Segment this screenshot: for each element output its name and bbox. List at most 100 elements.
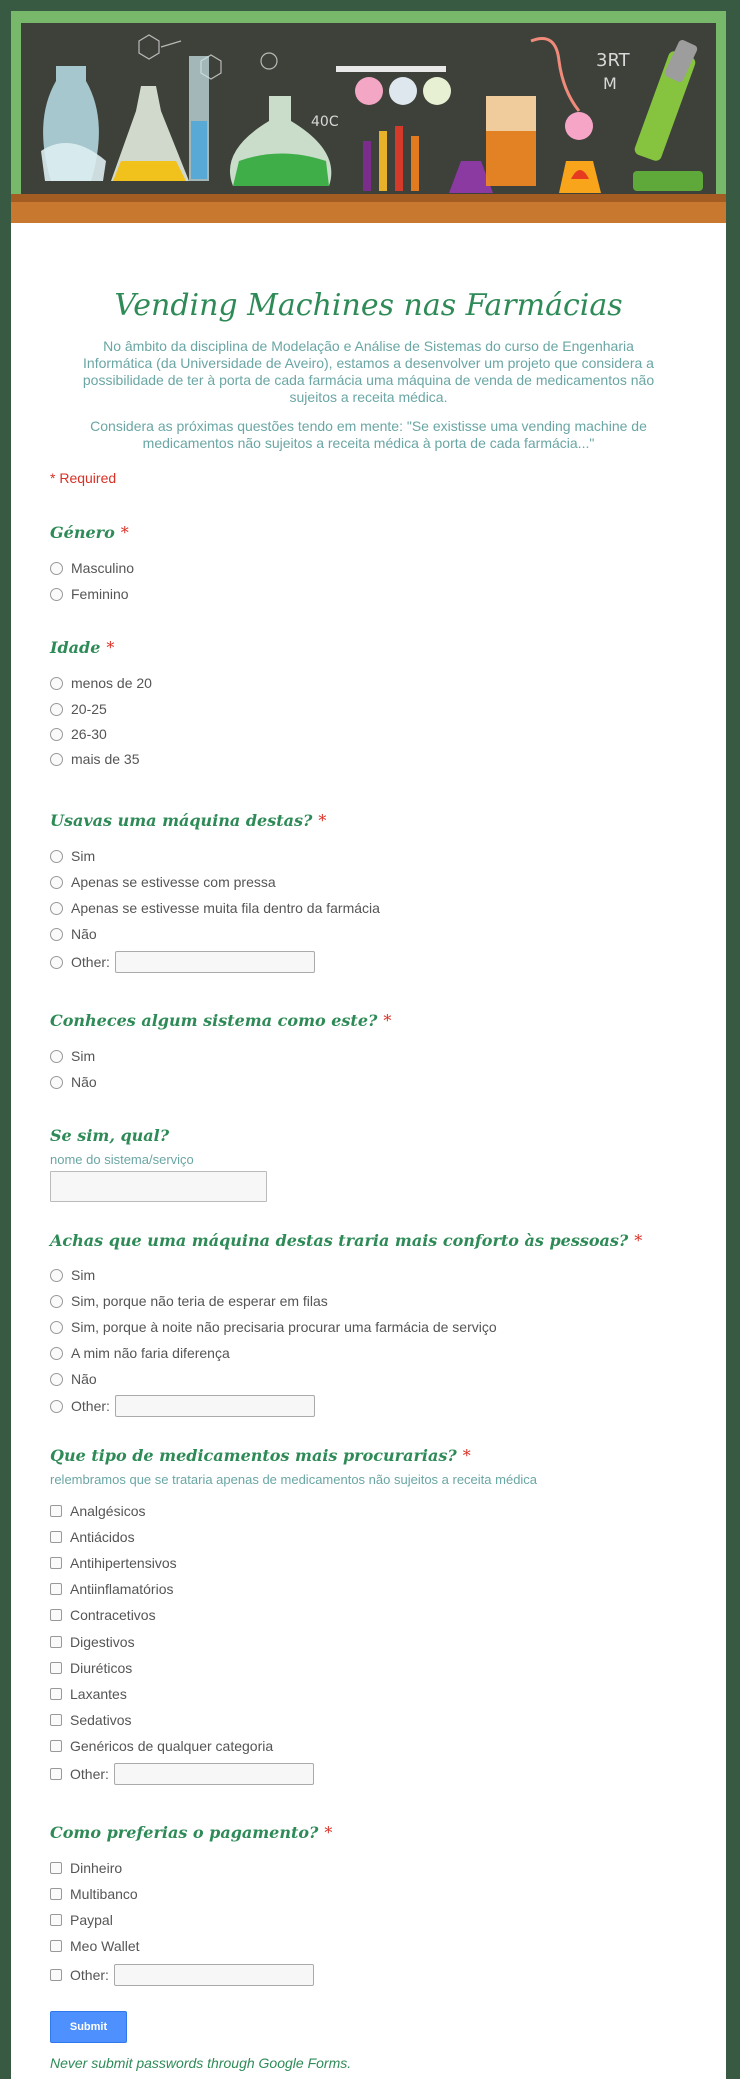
radio-circle-icon[interactable]	[50, 1268, 63, 1282]
radio-option[interactable]: Sim	[50, 846, 95, 866]
radio-circle-icon[interactable]	[50, 676, 63, 690]
option-label: Contracetivos	[70, 1607, 156, 1623]
radio-option[interactable]: Apenas se estivesse muita fila dentro da…	[50, 898, 380, 918]
checkbox-option[interactable]: Dinheiro	[50, 1858, 122, 1878]
checkbox-option[interactable]: Antihipertensivos	[50, 1553, 177, 1573]
submit-button[interactable]: Submit	[50, 2011, 127, 2043]
checkbox-icon[interactable]	[50, 1740, 62, 1752]
radio-option[interactable]: Apenas se estivesse com pressa	[50, 872, 276, 892]
other-text-input[interactable]	[114, 1395, 315, 1417]
radio-option[interactable]: Feminino	[50, 584, 129, 604]
required-note: * Required	[50, 470, 117, 486]
radio-circle-icon[interactable]	[50, 849, 63, 863]
radio-option[interactable]: Não	[50, 924, 97, 944]
checkbox-icon[interactable]	[50, 1688, 62, 1700]
chalk-text-2: 3RT	[596, 50, 631, 71]
question-title: Que tipo de medicamentos mais procuraria…	[50, 1446, 457, 1465]
checkbox-option-other[interactable]: Other:	[50, 1964, 314, 1986]
checkbox-option-other[interactable]: Other:	[50, 1763, 314, 1785]
radio-option[interactable]: mais de 35	[50, 749, 139, 769]
option-label: Antiinflamatórios	[70, 1581, 174, 1597]
radio-circle-icon[interactable]	[50, 875, 63, 889]
question-genero: Género *	[50, 523, 687, 543]
checkbox-icon[interactable]	[50, 1636, 62, 1648]
checkbox-icon[interactable]	[50, 1505, 62, 1517]
checkbox-option[interactable]: Multibanco	[50, 1884, 138, 1904]
form-description: No âmbito da disciplina de Modelação e A…	[82, 338, 655, 405]
checkbox-icon[interactable]	[50, 1940, 62, 1952]
radio-circle-icon[interactable]	[50, 1320, 63, 1334]
checkbox-icon[interactable]	[50, 1969, 62, 1981]
radio-circle-icon[interactable]	[50, 1346, 63, 1360]
checkbox-icon[interactable]	[50, 1557, 62, 1569]
other-text-input[interactable]	[114, 951, 315, 973]
option-label: Other:	[71, 954, 110, 970]
required-asterisk: *	[324, 1823, 333, 1842]
radio-option[interactable]: Sim	[50, 1265, 95, 1285]
checkbox-icon[interactable]	[50, 1862, 62, 1874]
radio-circle-icon[interactable]	[50, 1294, 63, 1308]
radio-circle-icon[interactable]	[50, 752, 63, 766]
radio-option[interactable]: 20-25	[50, 699, 107, 719]
option-label: Other:	[70, 1766, 109, 1782]
radio-circle-icon[interactable]	[50, 1372, 63, 1386]
other-text-input[interactable]	[113, 1763, 314, 1785]
radio-option[interactable]: Não	[50, 1369, 97, 1389]
checkbox-option[interactable]: Analgésicos	[50, 1501, 146, 1521]
option-label: Não	[71, 1074, 97, 1090]
checkbox-icon[interactable]	[50, 1609, 62, 1621]
radio-circle-icon[interactable]	[50, 1075, 63, 1089]
question-title: Género	[50, 523, 115, 542]
radio-circle-icon[interactable]	[50, 702, 63, 716]
option-label: Other:	[71, 1398, 110, 1414]
option-label: Apenas se estivesse com pressa	[71, 874, 276, 890]
radio-circle-icon[interactable]	[50, 901, 63, 915]
question-conforto: Achas que uma máquina destas traria mais…	[50, 1231, 687, 1251]
option-label: Analgésicos	[70, 1503, 146, 1519]
banner-image: 40C 3RT M	[11, 11, 726, 223]
chalk-text-1: 40C	[311, 114, 339, 130]
checkbox-icon[interactable]	[50, 1531, 62, 1543]
required-asterisk: *	[120, 523, 129, 542]
checkbox-icon[interactable]	[50, 1714, 62, 1726]
radio-option[interactable]: Masculino	[50, 558, 134, 578]
checkbox-option[interactable]: Paypal	[50, 1910, 113, 1930]
radio-option[interactable]: Não	[50, 1072, 97, 1092]
radio-circle-icon[interactable]	[50, 955, 63, 969]
checkbox-option[interactable]: Laxantes	[50, 1684, 127, 1704]
radio-circle-icon[interactable]	[50, 927, 63, 941]
radio-option-other[interactable]: Other:	[50, 1395, 315, 1417]
other-text-input[interactable]	[113, 1964, 314, 1986]
checkbox-icon[interactable]	[50, 1888, 62, 1900]
radio-option[interactable]: A mim não faria diferença	[50, 1343, 230, 1363]
radio-circle-icon[interactable]	[50, 1049, 63, 1063]
checkbox-option[interactable]: Diuréticos	[50, 1658, 132, 1678]
checkbox-icon[interactable]	[50, 1768, 62, 1780]
radio-option[interactable]: menos de 20	[50, 673, 152, 693]
checkbox-option[interactable]: Contracetivos	[50, 1605, 156, 1625]
checkbox-option[interactable]: Genéricos de qualquer categoria	[50, 1736, 273, 1756]
checkbox-option[interactable]: Sedativos	[50, 1710, 131, 1730]
checkbox-option[interactable]: Antiácidos	[50, 1527, 135, 1547]
checkbox-icon[interactable]	[50, 1662, 62, 1674]
radio-circle-icon[interactable]	[50, 561, 63, 575]
radio-circle-icon[interactable]	[50, 1399, 63, 1413]
radio-circle-icon[interactable]	[50, 587, 63, 601]
system-name-input[interactable]	[50, 1171, 267, 1202]
radio-option-other[interactable]: Other:	[50, 951, 315, 973]
checkbox-icon[interactable]	[50, 1914, 62, 1926]
form-content: Vending Machines nas Farmácias No âmbito…	[50, 223, 687, 486]
radio-circle-icon[interactable]	[50, 727, 63, 741]
form-page: 40C 3RT M Vending Machines nas Farmácias…	[11, 11, 726, 2079]
required-asterisk: *	[318, 811, 327, 830]
radio-option[interactable]: Sim, porque não teria de esperar em fila…	[50, 1291, 328, 1311]
radio-option[interactable]: Sim	[50, 1046, 95, 1066]
checkbox-option[interactable]: Antiinflamatórios	[50, 1579, 174, 1599]
radio-option[interactable]: 26-30	[50, 724, 107, 744]
checkbox-option[interactable]: Digestivos	[50, 1632, 135, 1652]
form-title: Vending Machines nas Farmácias	[114, 288, 623, 323]
checkbox-icon[interactable]	[50, 1583, 62, 1595]
radio-option[interactable]: Sim, porque à noite não precisaria procu…	[50, 1317, 497, 1337]
question-medicamentos: Que tipo de medicamentos mais procuraria…	[50, 1446, 687, 1487]
checkbox-option[interactable]: Meo Wallet	[50, 1936, 140, 1956]
